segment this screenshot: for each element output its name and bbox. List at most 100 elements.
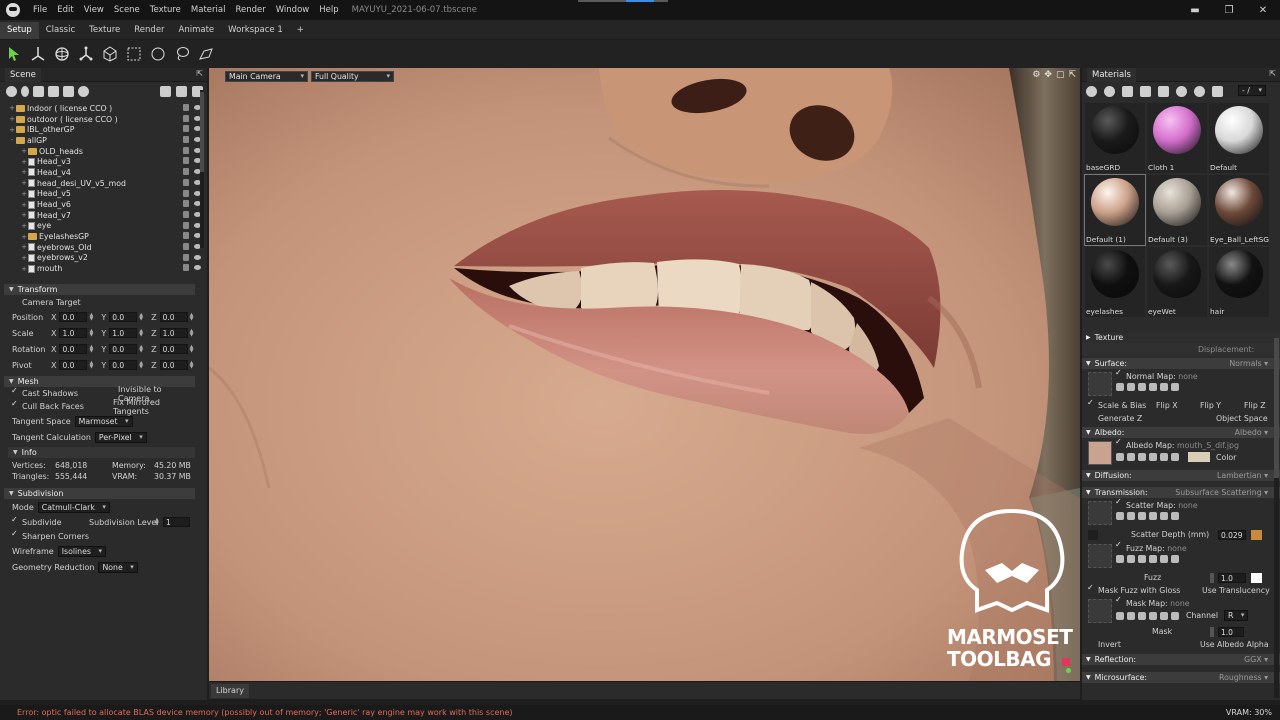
- fuzz-input[interactable]: 1.0: [1218, 572, 1246, 583]
- tab-texture[interactable]: Texture: [82, 22, 127, 39]
- camera-dropdown[interactable]: Main Camera: [225, 70, 308, 82]
- circle-select-icon[interactable]: [148, 45, 167, 64]
- gear-icon[interactable]: [1116, 383, 1124, 391]
- menu-edit[interactable]: Edit: [52, 0, 78, 20]
- expand-toggle-icon[interactable]: +: [8, 115, 16, 123]
- normal-map-checkbox[interactable]: [1115, 368, 1123, 379]
- fuzz-map-slot[interactable]: [1088, 544, 1112, 568]
- tab-render[interactable]: Render: [127, 22, 171, 39]
- scene-tree-item[interactable]: + Head_v6: [0, 199, 207, 210]
- brush-icon[interactable]: [1149, 512, 1157, 520]
- cull-back-faces-checkbox[interactable]: [11, 399, 19, 410]
- transform-y-input[interactable]: 0.0: [109, 312, 138, 322]
- expand-toggle-icon[interactable]: -: [8, 136, 16, 144]
- transform-z-input[interactable]: 0.0: [159, 344, 188, 354]
- scene-tree-item[interactable]: + Head_v7: [0, 210, 207, 221]
- material-refresh-icon[interactable]: [1176, 85, 1187, 97]
- material-folder-icon[interactable]: [1140, 85, 1151, 97]
- tab-classic[interactable]: Classic: [39, 22, 82, 39]
- lock-icon[interactable]: [183, 136, 189, 144]
- spinner-icon[interactable]: ▲ ▼: [190, 361, 194, 370]
- reflection-section-header[interactable]: ▼ Reflection: GGX: [1082, 654, 1280, 665]
- scale-bias-checkbox[interactable]: [1087, 398, 1095, 409]
- search-icon[interactable]: [1127, 512, 1135, 520]
- add-object-icon[interactable]: [6, 85, 17, 97]
- info-section-header[interactable]: ▼ Info: [8, 447, 195, 458]
- surface-section-header[interactable]: ▼ Surface: Normals: [1082, 358, 1280, 369]
- diffusion-section-header[interactable]: ▼ Diffusion: Lambertian: [1082, 470, 1280, 481]
- sharpen-corners-checkbox[interactable]: [11, 529, 19, 540]
- group-icon[interactable]: [176, 85, 187, 97]
- lock-icon[interactable]: [183, 242, 189, 250]
- albedo-map-checkbox[interactable]: [1115, 437, 1123, 448]
- tangent-calc-dropdown[interactable]: Per-Pixel: [94, 431, 147, 443]
- lock-icon[interactable]: [183, 104, 189, 111]
- lock-icon[interactable]: [183, 210, 189, 218]
- scene-tree-item[interactable]: + IBL_otherGP: [0, 124, 207, 135]
- diffusion-dropdown[interactable]: Lambertian: [1217, 471, 1268, 480]
- eyedropper-icon[interactable]: [1138, 453, 1146, 461]
- transform-x-input[interactable]: 1.0: [59, 328, 88, 338]
- menu-material[interactable]: Material: [186, 0, 231, 20]
- scene-tree-item[interactable]: - allGP: [0, 135, 207, 146]
- normal-map-slot[interactable]: [1088, 372, 1112, 396]
- viewport-maximize-icon[interactable]: ▢: [1056, 70, 1065, 80]
- lock-icon[interactable]: [183, 125, 189, 133]
- transform-z-input[interactable]: 1.0: [159, 328, 188, 338]
- spinner-icon[interactable]: ▲ ▼: [190, 329, 194, 338]
- rect-select-icon[interactable]: [124, 45, 143, 64]
- mask-slider[interactable]: [1210, 626, 1214, 637]
- spinner-icon[interactable]: ▲ ▼: [89, 345, 93, 354]
- displacement-row[interactable]: Displacement:: [1082, 343, 1280, 356]
- invert-checkbox[interactable]: [1088, 641, 1095, 648]
- material-thumbnail[interactable]: Eye_Ball_LeftSG: [1209, 175, 1269, 245]
- clear-icon[interactable]: [1171, 512, 1179, 520]
- lock-icon[interactable]: [183, 200, 189, 208]
- subdiv-mode-dropdown[interactable]: Catmull-Clark: [37, 501, 110, 513]
- scene-tree-item[interactable]: + Indoor ( license CCO ): [0, 103, 207, 114]
- add-material-icon[interactable]: [1086, 85, 1097, 97]
- materials-scrollbar[interactable]: [1274, 338, 1279, 698]
- add-camera-icon[interactable]: [33, 85, 44, 97]
- material-thumbnail[interactable]: baseGRD: [1085, 103, 1145, 173]
- lock-icon[interactable]: [183, 168, 189, 176]
- mask-map-checkbox[interactable]: [1115, 595, 1123, 606]
- wireframe-dropdown[interactable]: Isolines: [57, 545, 106, 557]
- material-thumbnail[interactable]: Default (1): [1084, 174, 1146, 246]
- transform-y-input[interactable]: 0.0: [109, 360, 138, 370]
- reload-icon[interactable]: [1160, 611, 1168, 620]
- search-icon[interactable]: [1127, 611, 1135, 620]
- material-filter-dropdown[interactable]: - /: [1238, 85, 1266, 96]
- paint-select-icon[interactable]: [196, 45, 215, 64]
- scatter-color-swatch[interactable]: [1251, 529, 1262, 540]
- transform-x-input[interactable]: 0.0: [59, 344, 88, 354]
- surface-dropdown[interactable]: Normals: [1229, 359, 1268, 368]
- transform-section-header[interactable]: ▼ Transform: [4, 284, 195, 295]
- gear-icon[interactable]: [1116, 512, 1124, 520]
- material-thumbnail[interactable]: hair: [1209, 247, 1269, 317]
- lock-icon[interactable]: [183, 157, 189, 165]
- transform-z-input[interactable]: 0.0: [159, 360, 188, 370]
- add-sky-icon[interactable]: [48, 85, 59, 97]
- expand-toggle-icon[interactable]: +: [20, 179, 28, 187]
- brush-icon[interactable]: [1149, 383, 1157, 391]
- scatter-depth-input[interactable]: 0.029: [1218, 529, 1246, 540]
- transform-y-input[interactable]: 1.0: [109, 328, 138, 338]
- rotate-tool-icon[interactable]: [52, 45, 71, 64]
- reload-icon[interactable]: [1160, 453, 1168, 461]
- clear-icon[interactable]: [1171, 611, 1179, 620]
- camera-target-row[interactable]: Camera Target: [4, 295, 195, 309]
- scatter-map-slot[interactable]: [1088, 501, 1112, 525]
- expand-toggle-icon[interactable]: +: [20, 201, 28, 209]
- expand-toggle-icon[interactable]: +: [20, 211, 28, 219]
- spinner-icon[interactable]: ▲ ▼: [139, 345, 143, 354]
- scale-tool-icon[interactable]: [76, 45, 95, 64]
- material-thumbnail[interactable]: Default (3): [1147, 175, 1207, 245]
- add-light-icon[interactable]: [21, 85, 29, 97]
- duplicate-material-icon[interactable]: [1104, 85, 1115, 97]
- spinner-icon[interactable]: ▲ ▼: [139, 329, 143, 338]
- lock-icon[interactable]: [183, 189, 189, 197]
- fuzz-map-checkbox[interactable]: [1115, 540, 1123, 551]
- material-delete-icon[interactable]: [1212, 85, 1223, 97]
- scene-tree-item[interactable]: + EyelashesGP: [0, 231, 207, 242]
